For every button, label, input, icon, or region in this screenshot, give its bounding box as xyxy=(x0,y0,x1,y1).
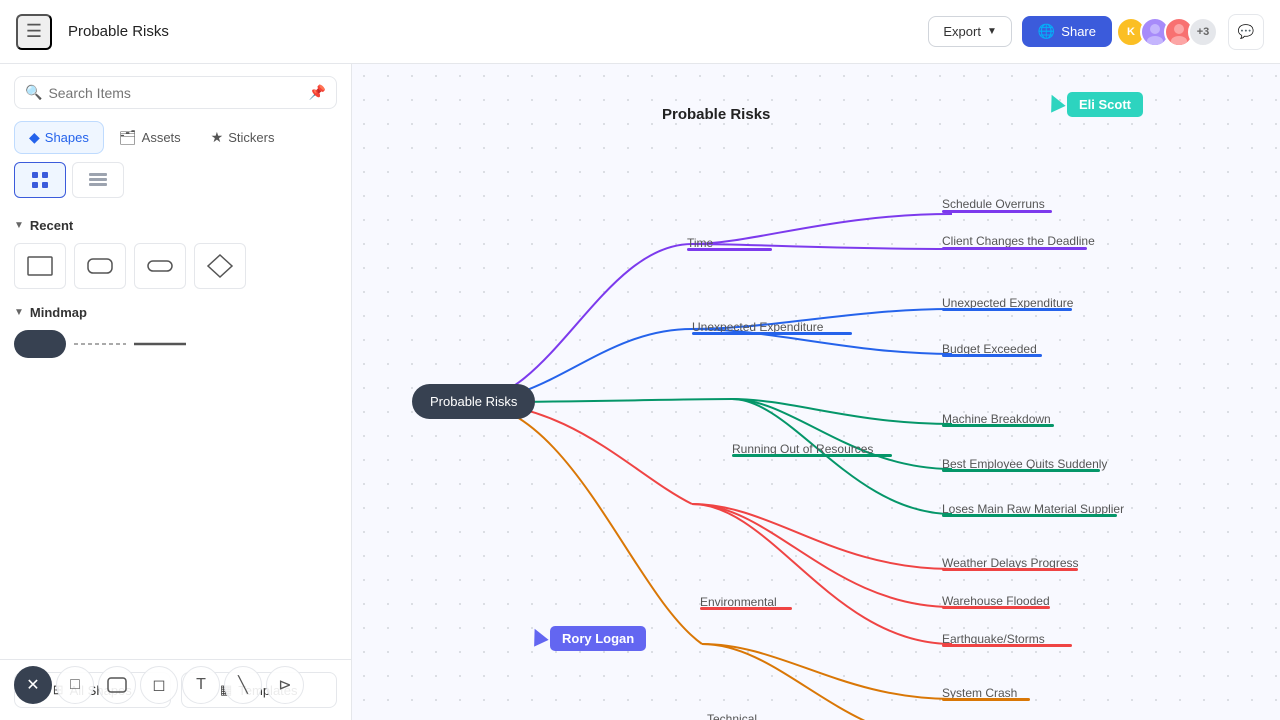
note-icon: ◻ xyxy=(152,675,165,695)
client-changes-line xyxy=(942,247,1087,250)
menu-button[interactable]: ☰ xyxy=(16,14,52,50)
rect-icon: □ xyxy=(70,676,80,694)
pin-icon[interactable]: 📌 xyxy=(309,84,326,101)
mindmap-section-header[interactable]: ▼ Mindmap xyxy=(14,305,337,320)
mindmap-shapes-grid xyxy=(14,330,337,358)
close-icon: ✕ xyxy=(26,675,39,695)
shape-diamond[interactable] xyxy=(194,243,246,289)
tab-assets[interactable]: 🗂 Assets xyxy=(104,121,196,154)
center-node-label: Probable Risks xyxy=(430,394,517,409)
share-label: Share xyxy=(1061,24,1096,39)
sidebar-content: ▼ Recent ▼ Mindmap xyxy=(0,206,351,659)
mindmap-solid-line[interactable] xyxy=(134,330,186,358)
stickers-tab-label: Stickers xyxy=(228,130,274,145)
left-sidebar: 🔍 📌 ◆ Shapes 🗂 Assets ★ Stickers ▼ Recen… xyxy=(0,64,352,720)
shape-rect[interactable] xyxy=(14,243,66,289)
export-button[interactable]: Export ▼ xyxy=(928,16,1011,47)
system-crash-line xyxy=(942,698,1030,701)
tab-shapes[interactable]: ◆ Shapes xyxy=(14,121,104,154)
line-tool-button[interactable]: ╲ xyxy=(224,666,262,704)
mindmap-node-shape[interactable] xyxy=(14,330,66,358)
share-button[interactable]: 🌐 Share xyxy=(1022,16,1112,47)
rory-logan-cursor: Rory Logan xyxy=(530,626,646,651)
text-tool-button[interactable]: T xyxy=(182,666,220,704)
unexpected-exp-line xyxy=(942,308,1072,311)
diagram-canvas[interactable]: Probable Risks Probable Risks Time Sched… xyxy=(352,64,1280,720)
select-icon: ⊳ xyxy=(278,675,291,695)
time-underline xyxy=(687,248,772,251)
cursor-arrow-eli xyxy=(1044,91,1065,112)
schedule-overruns-line xyxy=(942,210,1052,213)
bottom-toolbar: ✕ □ ◻ T ╲ ⊳ xyxy=(14,666,304,704)
header-actions: Export ▼ 🌐 Share K +3 💬 xyxy=(928,14,1264,50)
shape-rounded-rect[interactable] xyxy=(74,243,126,289)
avatar-overflow[interactable]: +3 xyxy=(1188,17,1218,47)
search-icon: 🔍 xyxy=(25,84,42,101)
budget-exceeded-line xyxy=(942,354,1042,357)
tab-stickers[interactable]: ★ Stickers xyxy=(196,121,290,154)
child-schedule-overruns: Schedule Overruns xyxy=(942,197,1045,211)
comment-icon: 💬 xyxy=(1238,24,1255,40)
arrow-down-icon2: ▼ xyxy=(14,307,24,318)
select-tool-button[interactable]: ⊳ xyxy=(266,666,304,704)
close-tool-button[interactable]: ✕ xyxy=(14,666,52,704)
header: ☰ Probable Risks Export ▼ 🌐 Share K +3 💬 xyxy=(0,0,1280,64)
mindmap-dashed-line[interactable] xyxy=(74,330,126,358)
environmental-underline xyxy=(700,607,792,610)
text-icon: T xyxy=(196,676,206,694)
rounded-rect-tool-button[interactable] xyxy=(98,666,136,704)
export-label: Export xyxy=(943,24,981,39)
search-input[interactable] xyxy=(48,85,302,101)
folder-icon: 🗂 xyxy=(119,129,137,146)
child-client-changes: Client Changes the Deadline xyxy=(942,234,1095,248)
supplier-line xyxy=(942,514,1117,517)
mindmap-label: Mindmap xyxy=(30,305,87,320)
arrow-down-icon: ▼ xyxy=(14,220,24,231)
collaborator-avatars: K +3 xyxy=(1122,17,1218,47)
shape-tabs: ◆ Shapes 🗂 Assets ★ Stickers xyxy=(0,117,351,162)
shape-pill[interactable] xyxy=(134,243,186,289)
rounded-rect-icon xyxy=(107,677,127,693)
line-icon: ╲ xyxy=(238,675,248,695)
branch-technical-label: Technical xyxy=(707,712,757,720)
resources-underline xyxy=(732,454,892,457)
rect-tool-button[interactable]: □ xyxy=(56,666,94,704)
chevron-down-icon: ▼ xyxy=(987,26,997,37)
unexpected-underline xyxy=(692,332,852,335)
rory-logan-label: Rory Logan xyxy=(550,626,646,651)
hamburger-icon: ☰ xyxy=(26,21,42,42)
document-title: Probable Risks xyxy=(68,23,169,40)
center-node[interactable]: Probable Risks xyxy=(412,384,535,419)
view-toggle-row xyxy=(0,162,351,206)
warehouse-line xyxy=(942,606,1050,609)
machine-breakdown-line xyxy=(942,424,1054,427)
search-bar[interactable]: 🔍 📌 xyxy=(14,76,337,109)
note-tool-button[interactable]: ◻ xyxy=(140,666,178,704)
view-toggle-list[interactable] xyxy=(72,162,124,198)
recent-shapes-grid xyxy=(14,243,337,289)
eli-scott-label: Eli Scott xyxy=(1067,92,1143,117)
cursor-arrow-rory xyxy=(527,625,548,646)
diamond-icon: ◆ xyxy=(29,129,40,146)
view-toggle-grid[interactable] xyxy=(14,162,66,198)
assets-tab-label: Assets xyxy=(142,130,181,145)
comment-button[interactable]: 💬 xyxy=(1228,14,1264,50)
recent-section-header[interactable]: ▼ Recent xyxy=(14,218,337,233)
recent-label: Recent xyxy=(30,218,73,233)
weather-line xyxy=(942,568,1078,571)
shapes-tab-label: Shapes xyxy=(45,130,89,145)
globe-icon: 🌐 xyxy=(1038,23,1055,40)
star-icon: ★ xyxy=(211,129,224,146)
earthquake-line xyxy=(942,644,1072,647)
employee-quits-line xyxy=(942,469,1100,472)
eli-scott-cursor: Eli Scott xyxy=(1047,92,1143,117)
